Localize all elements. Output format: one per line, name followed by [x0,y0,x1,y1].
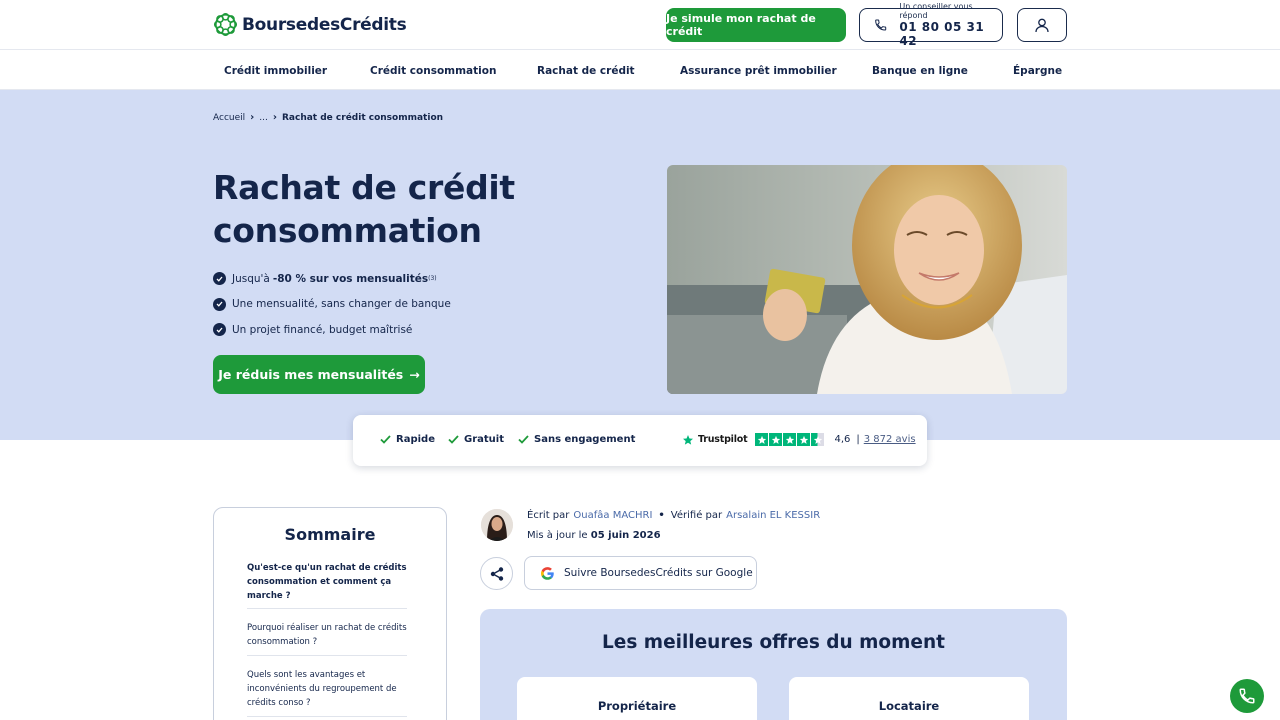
star-icon [783,433,797,446]
trust-label: Gratuit [464,434,504,445]
follow-google-label: Suivre BoursedesCrédits sur Google [564,567,753,579]
toc-item[interactable]: Qu'est-ce qu'un rachat de crédits consom… [247,561,407,603]
main-nav: Crédit immobilier Crédit consommation Ra… [0,51,1280,90]
nav-item-credit-consommation[interactable]: Crédit consommation [370,65,496,77]
benefit-text: Une mensualité, sans changer de banque [232,298,451,311]
trust-item-sans-engagement: Sans engagement [518,434,635,445]
separator-dot: • [658,510,665,521]
trustpilot-stars [755,433,825,446]
offer-card-locataire[interactable]: Locataire [789,677,1029,720]
offer-label: Propriétaire [597,699,677,713]
phone-icon [875,19,887,31]
check-icon [518,435,529,444]
best-offers-section: Les meilleures offres du moment Propriét… [480,609,1067,720]
cta-label: Je réduis mes mensualités [218,367,404,382]
check-icon [448,435,459,444]
user-icon [1035,18,1049,32]
star-icon [769,433,783,446]
logo-text: BoursedesCrédits [242,14,407,35]
toc-item[interactable]: Pourquoi réaliser un rachat de crédits c… [247,621,407,649]
logo-icon [213,12,238,37]
offer-label: Locataire [878,699,940,713]
written-by-label: Écrit par [527,510,570,521]
check-icon [380,435,391,444]
half-star-icon [811,433,825,446]
nav-item-epargne[interactable]: Épargne [1013,65,1062,77]
trustpilot-reviews-link[interactable]: 3 872 avis [864,434,916,445]
breadcrumb-current: Rachat de crédit consommation [281,112,444,123]
benefit-item: Un projet financé, budget maîtrisé [213,317,451,343]
benefit-footnote: (3) [428,275,437,283]
follow-google-button[interactable]: Suivre BoursedesCrédits sur Google [524,556,757,590]
author-line: Écrit par Ouafâa MACHRI • Vérifié par Ar… [527,510,820,521]
verified-by-label: Vérifié par [670,510,723,521]
nav-item-banque-en-ligne[interactable]: Banque en ligne [872,65,968,77]
trust-label: Rapide [396,434,435,445]
advisor-phone-button[interactable]: Un conseiller vous répond 01 80 05 31 42 [859,2,1003,48]
author-name-link[interactable]: Ouafâa MACHRI [573,510,652,521]
page-title: Rachat de crédit consommation [213,168,515,250]
arrow-right-icon: → [409,367,420,382]
table-of-contents: Sommaire Qu'est-ce qu'un rachat de crédi… [213,507,447,720]
trust-label: Sans engagement [534,434,636,445]
offers-title: Les meilleures offres du moment [602,632,945,653]
nav-item-rachat-de-credit[interactable]: Rachat de crédit [537,65,635,77]
updated-prefix: Mis à jour le [527,530,588,541]
nav-item-assurance-pret[interactable]: Assurance prêt immobilier [680,65,837,77]
benefit-highlight: -80 % sur vos mensualités [272,272,429,285]
verifier-name-link[interactable]: Arsalain EL KESSIR [726,510,820,521]
updated-date: Mis à jour le 05 juin 2026 [527,530,661,541]
hero-photo [667,165,1067,394]
offer-card-proprietaire[interactable]: Propriétaire [517,677,757,720]
toc-item[interactable]: Quels sont les avantages et inconvénient… [247,668,407,710]
breadcrumb: Accueil › ... › Rachat de crédit consomm… [213,112,443,123]
simulate-button[interactable]: Je simule mon rachat de crédit [666,8,846,42]
updated-value: 05 juin 2026 [590,530,661,541]
phone-number: 01 80 05 31 42 [899,20,985,48]
author-avatar [481,509,513,541]
benefit-item: Une mensualité, sans changer de banque [213,292,451,318]
hero-section [0,90,1280,440]
advisor-caption: Un conseiller vous répond [899,2,973,20]
share-icon [490,566,503,581]
trustpilot-star-icon [683,434,693,445]
site-header: BoursedesCrédits Je simule mon rachat de… [0,0,1280,50]
star-icon [755,433,769,446]
toc-title: Sommaire [284,525,376,544]
check-circle-icon [213,272,226,286]
trustpilot-widget[interactable]: Trustpilot 4,6 | 3 872 avis [682,433,916,446]
hero-benefits: Jusqu'à -80 % sur vos mensualités (3) Un… [213,266,451,343]
star-icon [797,433,811,446]
toc-divider [247,655,407,656]
trustpilot-separator: | [856,434,860,445]
benefit-prefix: Jusqu'à [232,272,270,285]
account-button[interactable] [1017,8,1067,42]
benefit-item: Jusqu'à -80 % sur vos mensualités (3) [213,266,451,292]
logo[interactable]: BoursedesCrédits [213,12,407,37]
toc-divider [247,716,407,717]
check-circle-icon [213,297,226,311]
breadcrumb-ellipsis[interactable]: ... [259,113,268,123]
chevron-right-icon: › [272,112,277,123]
phone-icon [1239,688,1255,704]
nav-item-credit-immobilier[interactable]: Crédit immobilier [224,65,327,77]
check-circle-icon [213,323,226,337]
trustpilot-rating: 4,6 [834,434,851,445]
benefit-text: Un projet financé, budget maîtrisé [232,323,413,336]
toc-divider [247,608,407,609]
trustpilot-name: Trustpilot [698,434,748,445]
google-icon [541,566,554,580]
share-button[interactable] [480,557,513,590]
call-button[interactable] [1230,679,1264,713]
reduce-payments-button[interactable]: Je réduis mes mensualités → [213,355,425,394]
trust-item-rapide: Rapide [380,434,435,445]
chevron-right-icon: › [250,112,255,123]
breadcrumb-home[interactable]: Accueil [213,113,245,123]
trust-item-gratuit: Gratuit [448,434,504,445]
phone-text: Un conseiller vous répond 01 80 05 31 42 [899,2,1002,48]
